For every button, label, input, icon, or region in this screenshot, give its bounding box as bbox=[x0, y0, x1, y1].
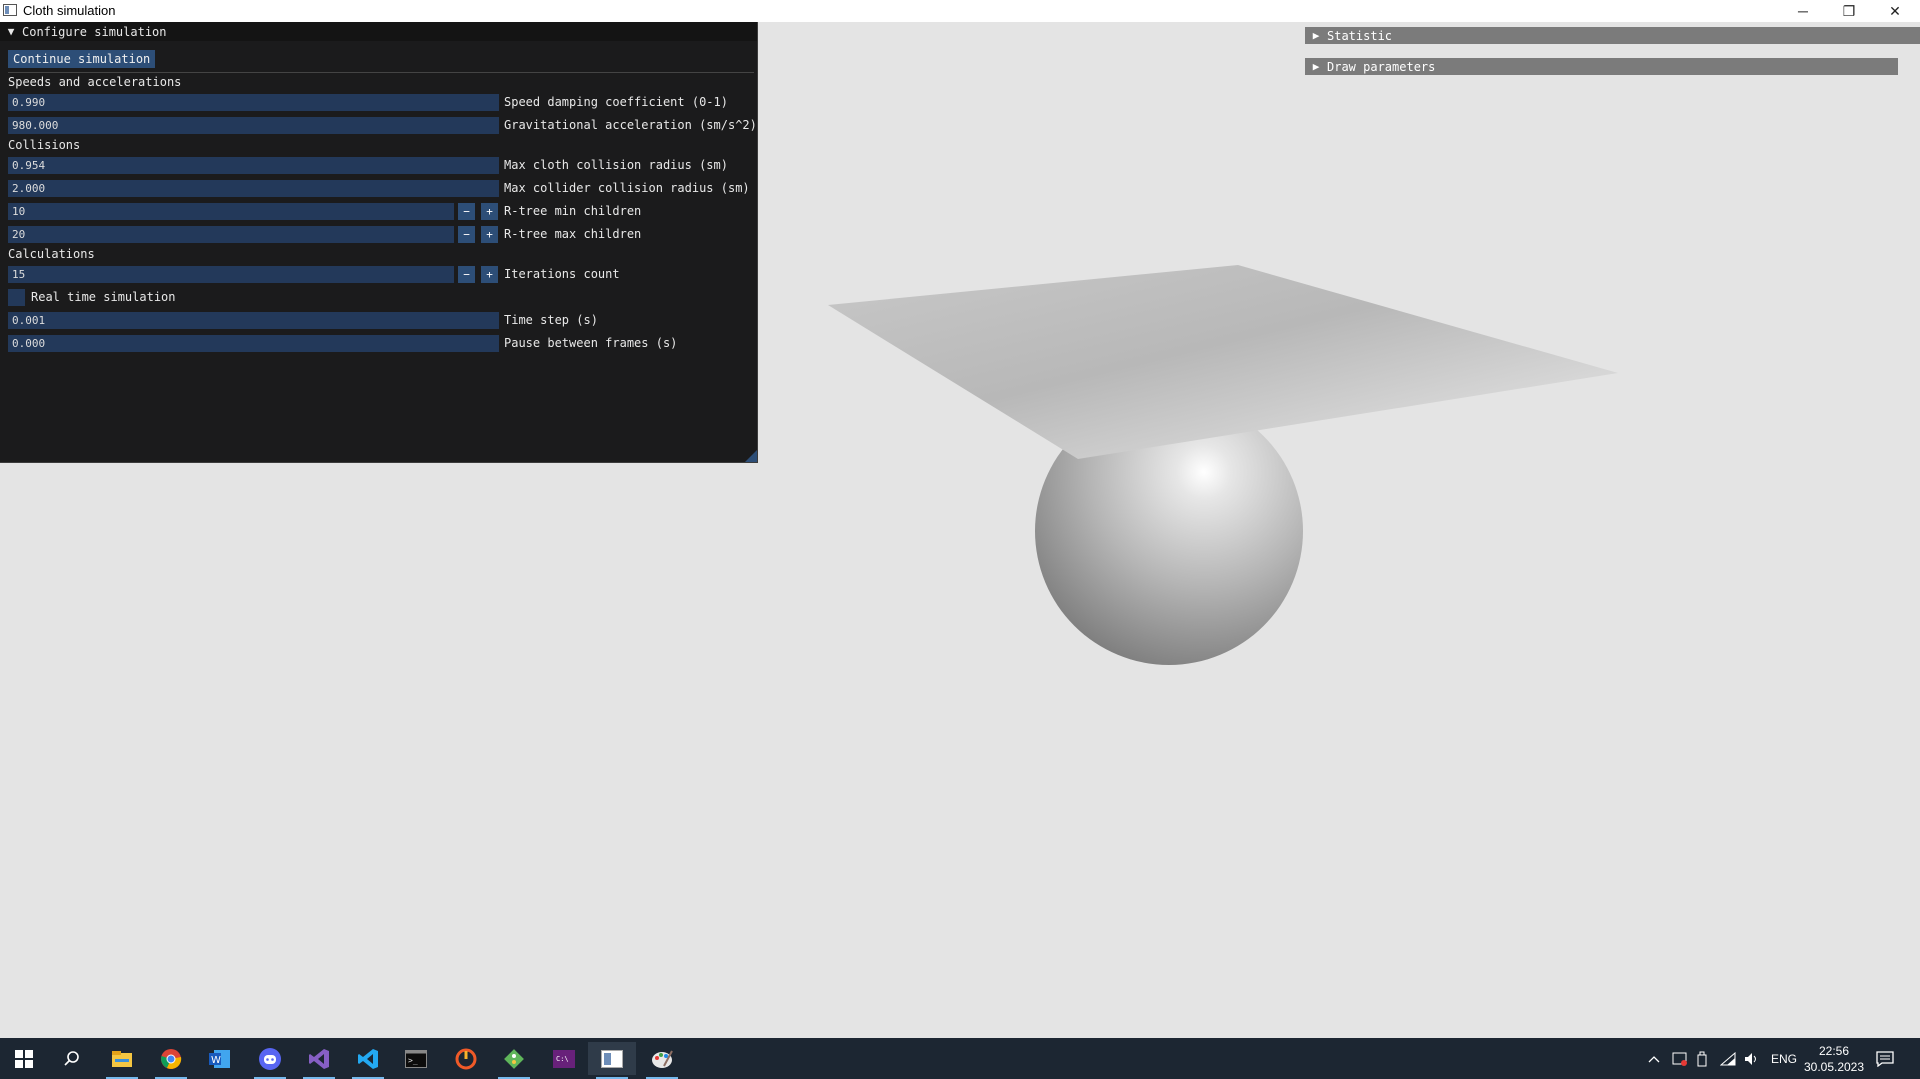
title-bar: Cloth simulation ─ ❐ ✕ bbox=[0, 0, 1920, 22]
collapse-arrow-icon: ▼ bbox=[7, 25, 15, 38]
chrome-icon[interactable] bbox=[147, 1042, 195, 1079]
clock[interactable]: 22:56 30.05.2023 bbox=[1803, 1038, 1865, 1079]
gravity-label: Gravitational acceleration (sm/s^2) bbox=[504, 118, 757, 132]
vscode-icon[interactable] bbox=[344, 1042, 392, 1079]
continue-simulation-button[interactable]: Continue simulation bbox=[8, 50, 156, 68]
expand-arrow-icon: ▶ bbox=[1312, 29, 1320, 42]
maximize-button[interactable]: ❐ bbox=[1826, 0, 1872, 22]
iterations-label: Iterations count bbox=[504, 267, 620, 281]
language-indicator[interactable]: ENG bbox=[1771, 1038, 1797, 1079]
clock-time: 22:56 bbox=[1818, 1043, 1850, 1058]
time-step-label: Time step (s) bbox=[504, 313, 598, 327]
draw-parameters-panel-header[interactable]: ▶ Draw parameters bbox=[1305, 58, 1898, 75]
speed-damping-label: Speed damping coefficient (0-1) bbox=[504, 95, 728, 109]
rtree-min-label: R-tree min children bbox=[504, 204, 642, 218]
rtree-max-increment-button[interactable]: + bbox=[481, 226, 498, 243]
section-calculations: Calculations bbox=[8, 247, 95, 261]
draw-parameters-label: Draw parameters bbox=[1327, 59, 1436, 74]
window-title: Cloth simulation bbox=[23, 3, 116, 18]
real-time-row: Real time simulation bbox=[8, 289, 754, 306]
collider-radius-label: Max collider collision radius (sm) bbox=[504, 181, 750, 195]
collider-radius-row: 2.000 Max collider collision radius (sm) bbox=[8, 180, 754, 197]
rtree-min-increment-button[interactable]: + bbox=[481, 203, 498, 220]
close-button[interactable]: ✕ bbox=[1872, 0, 1918, 22]
cloth-simulation-taskbar-icon[interactable] bbox=[588, 1042, 636, 1079]
svg-text:C:\: C:\ bbox=[556, 1055, 569, 1063]
speed-damping-input[interactable]: 0.990 bbox=[8, 94, 499, 111]
collider-radius-input[interactable]: 2.000 bbox=[8, 180, 499, 197]
rtree-min-input[interactable]: 10 bbox=[8, 203, 454, 220]
profiler-icon[interactable] bbox=[442, 1042, 490, 1075]
visual-studio-icon[interactable] bbox=[295, 1042, 343, 1079]
file-explorer-icon[interactable] bbox=[98, 1042, 146, 1079]
panel-title: Configure simulation bbox=[22, 24, 167, 39]
iterations-increment-button[interactable]: + bbox=[481, 266, 498, 283]
configure-simulation-panel: ▼ Configure simulation Continue simulati… bbox=[0, 22, 758, 463]
app-icon bbox=[3, 4, 17, 16]
rtree-min-row: 10 − + R-tree min children bbox=[8, 203, 754, 220]
real-time-label: Real time simulation bbox=[31, 290, 176, 304]
svg-text:W: W bbox=[211, 1055, 221, 1066]
cloth-mesh bbox=[828, 265, 1618, 459]
terminal-icon[interactable]: >_ bbox=[392, 1042, 440, 1075]
minimize-button[interactable]: ─ bbox=[1780, 0, 1826, 22]
rtree-max-label: R-tree max children bbox=[504, 227, 642, 241]
rtree-max-row: 20 − + R-tree max children bbox=[8, 226, 754, 243]
usb-icon[interactable] bbox=[1697, 1038, 1707, 1079]
volume-icon[interactable] bbox=[1744, 1038, 1760, 1079]
notifications-icon[interactable] bbox=[1876, 1038, 1894, 1079]
iterations-input[interactable]: 15 bbox=[8, 266, 454, 283]
divider bbox=[8, 72, 754, 73]
gravity-input[interactable]: 980.000 bbox=[8, 117, 499, 134]
iterations-decrement-button[interactable]: − bbox=[458, 266, 475, 283]
rtree-max-decrement-button[interactable]: − bbox=[458, 226, 475, 243]
clock-date: 30.05.2023 bbox=[1803, 1059, 1865, 1074]
rtree-min-decrement-button[interactable]: − bbox=[458, 203, 475, 220]
gravity-row: 980.000 Gravitational acceleration (sm/s… bbox=[8, 117, 757, 134]
cloth-radius-input[interactable]: 0.954 bbox=[8, 157, 499, 174]
statistic-label: Statistic bbox=[1327, 28, 1393, 43]
windows-start-icon[interactable] bbox=[0, 1042, 48, 1075]
wifi-icon[interactable] bbox=[1720, 1038, 1736, 1079]
pause-input[interactable]: 0.000 bbox=[8, 335, 499, 352]
visual-studio-preview-icon[interactable]: C:\ bbox=[540, 1042, 588, 1075]
resize-grip[interactable] bbox=[745, 450, 757, 462]
section-collisions: Collisions bbox=[8, 138, 81, 152]
taskbar: W >_ C:\ ENG 22:56 30.05.2023 bbox=[0, 1038, 1920, 1079]
rtree-max-input[interactable]: 20 bbox=[8, 226, 454, 243]
time-step-input[interactable]: 0.001 bbox=[8, 312, 499, 329]
real-time-checkbox[interactable] bbox=[8, 289, 25, 306]
section-speeds: Speeds and accelerations bbox=[8, 75, 182, 89]
pause-label: Pause between frames (s) bbox=[504, 336, 678, 350]
speed-damping-row: 0.990 Speed damping coefficient (0-1) bbox=[8, 94, 754, 111]
expand-arrow-icon: ▶ bbox=[1312, 60, 1320, 73]
statistic-panel-header[interactable]: ▶ Statistic bbox=[1305, 27, 1920, 44]
paint-icon[interactable] bbox=[638, 1042, 686, 1079]
word-icon[interactable]: W bbox=[196, 1042, 244, 1075]
discord-icon[interactable] bbox=[246, 1042, 294, 1079]
search-icon[interactable] bbox=[48, 1042, 96, 1075]
defender-icon[interactable] bbox=[1672, 1038, 1688, 1079]
show-hidden-icons-icon[interactable] bbox=[1648, 1038, 1660, 1079]
iterations-row: 15 − + Iterations count bbox=[8, 266, 754, 283]
cloth-radius-label: Max cloth collision radius (sm) bbox=[504, 158, 728, 172]
git-client-icon[interactable] bbox=[490, 1042, 538, 1079]
pause-row: 0.000 Pause between frames (s) bbox=[8, 335, 754, 352]
svg-text:>_: >_ bbox=[408, 1056, 418, 1065]
configure-simulation-header[interactable]: ▼ Configure simulation bbox=[0, 22, 757, 41]
cloth-radius-row: 0.954 Max cloth collision radius (sm) bbox=[8, 157, 754, 174]
time-step-row: 0.001 Time step (s) bbox=[8, 312, 754, 329]
